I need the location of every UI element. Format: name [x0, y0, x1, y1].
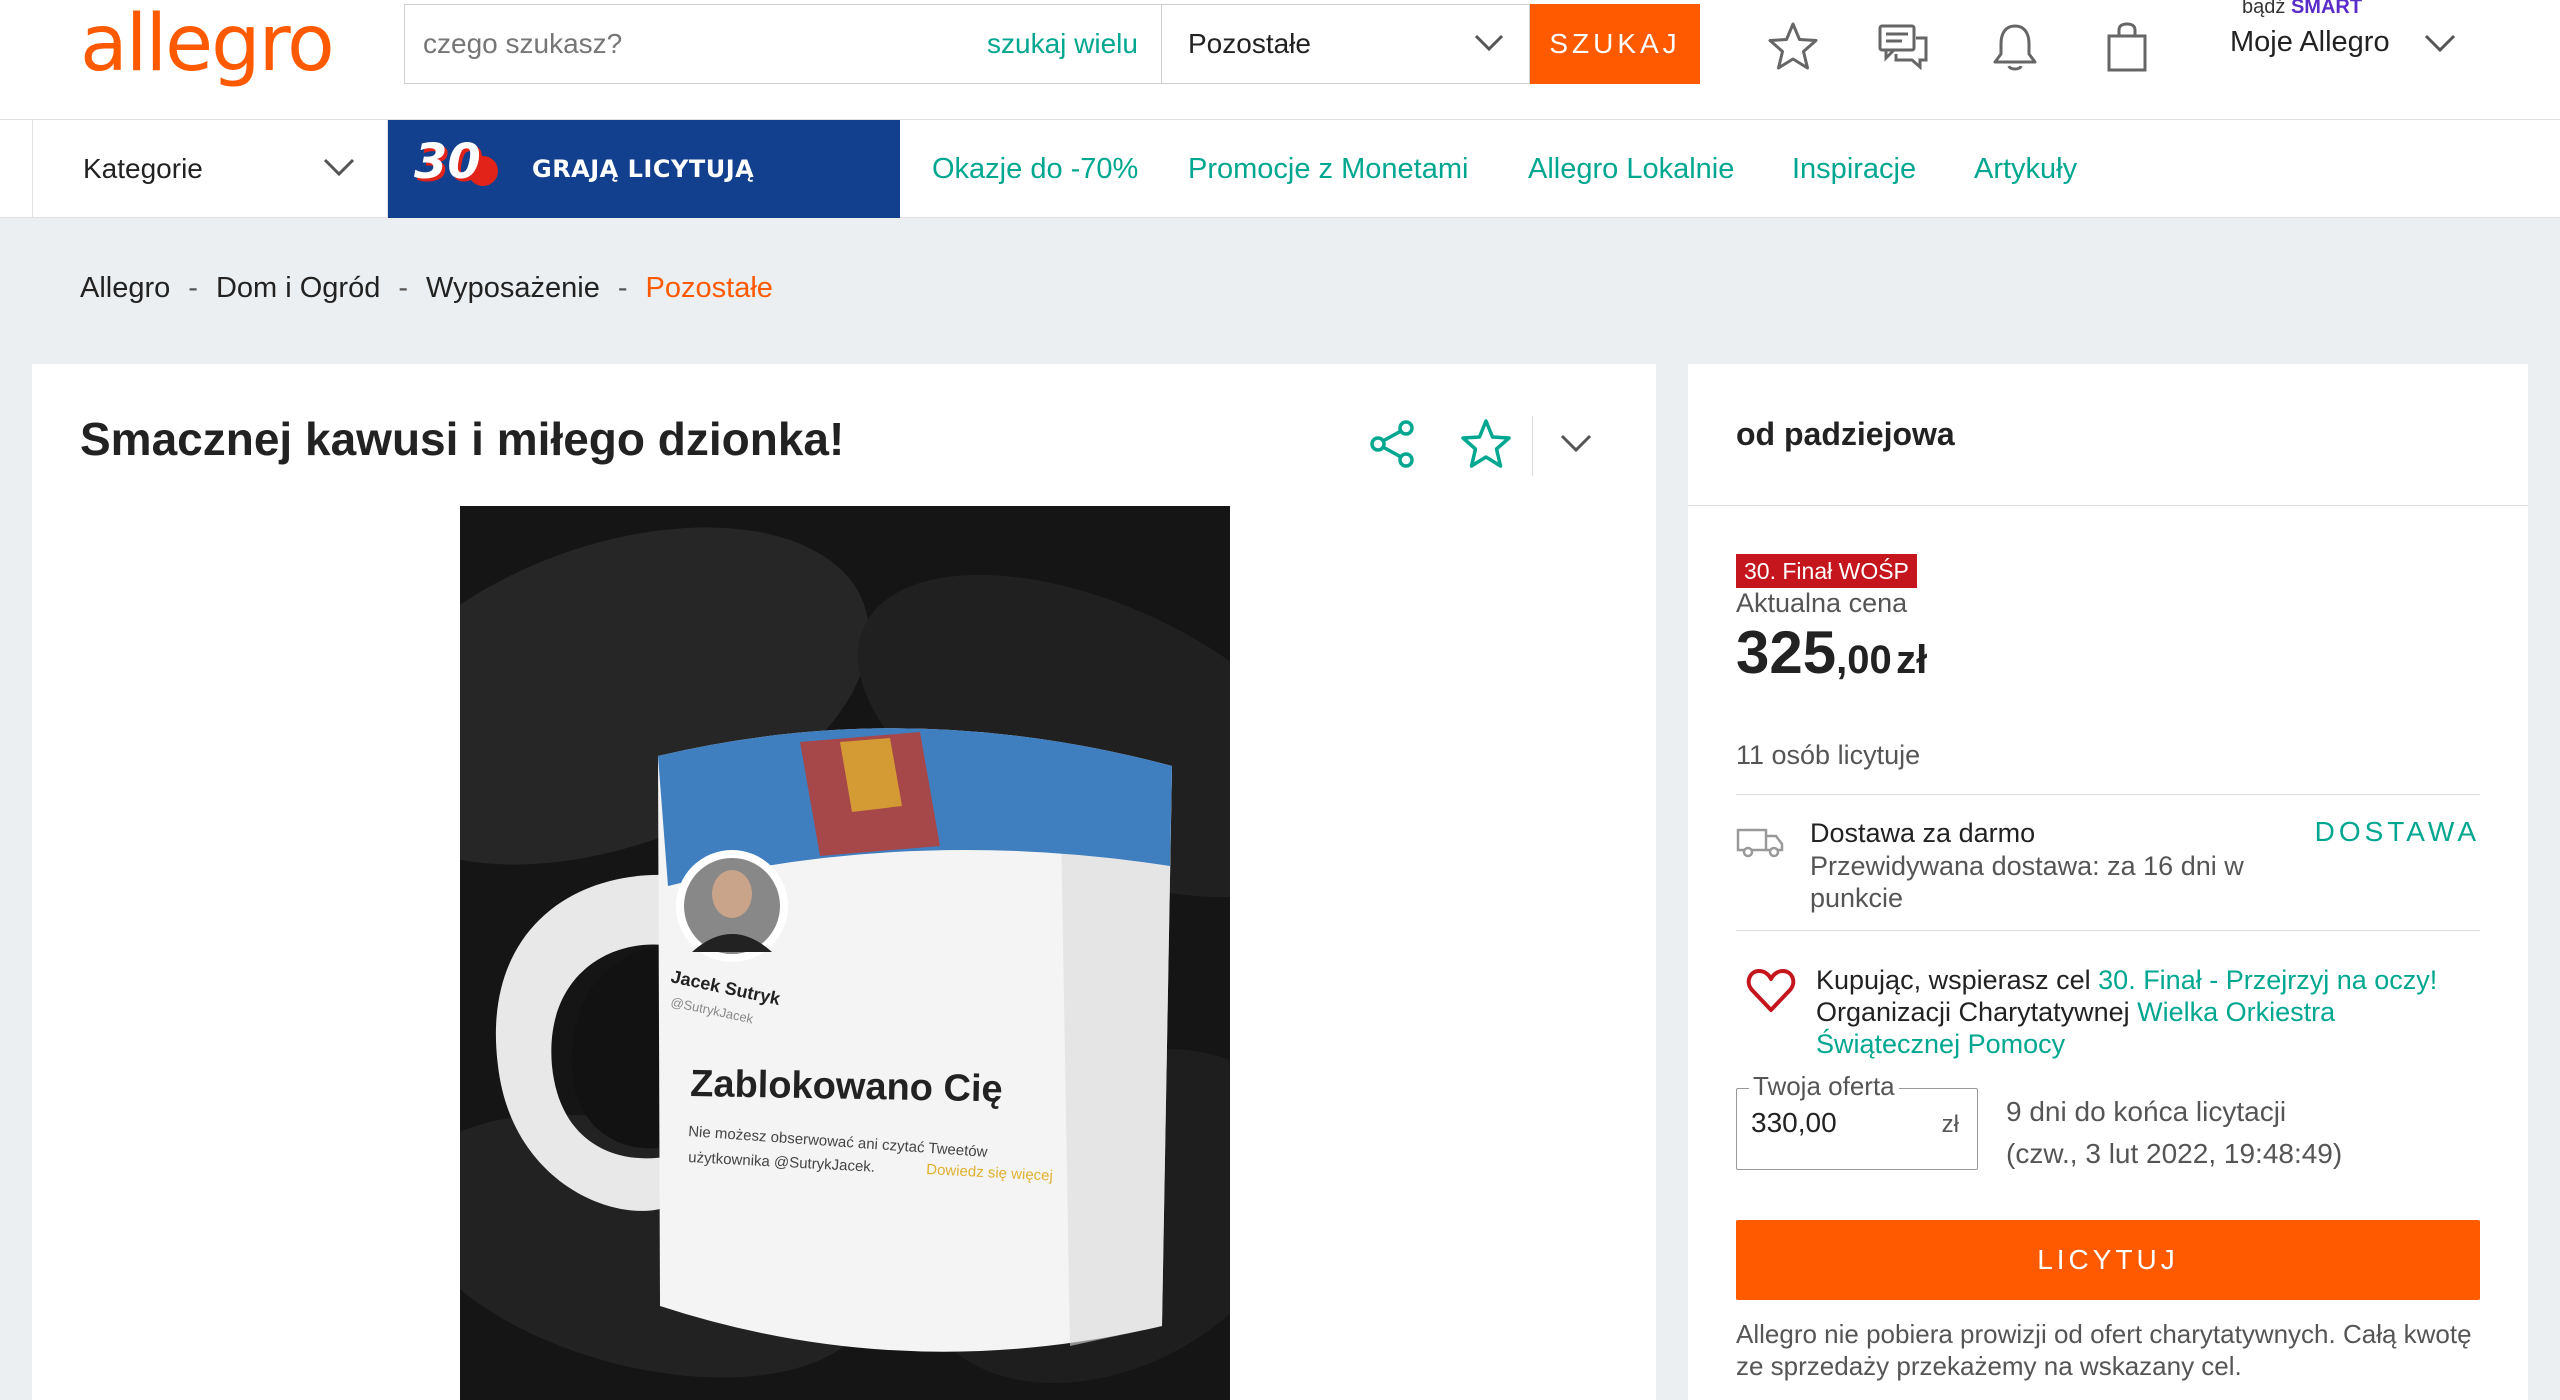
nav-link-lokalnie[interactable]: Allegro Lokalnie — [1528, 120, 1734, 218]
bid-currency: zł — [1941, 1111, 1959, 1138]
charity-note: Allegro nie pobiera prowizji od ofert ch… — [1736, 1319, 2472, 1381]
breadcrumb-separator: - — [398, 272, 409, 304]
auction-time-left: 9 dni do końca licytacji — [2006, 1096, 2287, 1127]
divider — [1736, 930, 2480, 931]
divider — [1736, 794, 2480, 795]
breadcrumb: Allegro - Dom i Ogród - Wyposażenie - Po… — [80, 272, 773, 305]
cart-icon[interactable] — [2100, 20, 2154, 74]
product-photo[interactable]: Jacek Sutryk @SutrykJacek Zablokowano Ci… — [460, 506, 1230, 1400]
current-price: 325,00 zł — [1736, 618, 1927, 687]
smart-prefix: bądź — [2242, 0, 2286, 18]
categories-label: Kategorie — [83, 153, 203, 184]
search-many-link[interactable]: szukaj wielu — [987, 5, 1138, 83]
search-category-value: Pozostałe — [1188, 28, 1311, 59]
delivery-title: Dostawa za darmo — [1810, 818, 2036, 848]
breadcrumb-item[interactable]: Allegro — [80, 272, 170, 305]
price-currency: zł — [1896, 638, 1928, 682]
price-decimal: ,00 — [1836, 638, 1892, 682]
banner-text: GRAJĄ LICYTUJĄ POMAGAJĄ — [532, 155, 755, 183]
favorite-star-icon[interactable] — [1458, 416, 1514, 472]
offer-main-card: Smacznej kawusi i miłego dzionka! Jacek … — [32, 364, 1656, 1400]
charity-mid: Organizacji Charytatywnej — [1816, 997, 2130, 1027]
auction-end-date: (czw., 3 lut 2022, 19:48:49) — [2006, 1138, 2343, 1169]
breadcrumb-current[interactable]: Pozostałe — [646, 272, 773, 305]
charity-prefix: Kupując, wspierasz cel — [1816, 965, 2091, 995]
mug-avatar-face — [712, 870, 752, 918]
page-title: Smacznej kawusi i miłego dzionka! — [80, 413, 845, 465]
smart-brand: SMART — [2290, 0, 2363, 18]
title-divider — [1532, 416, 1533, 476]
chevron-down-icon[interactable] — [1558, 430, 1594, 458]
mug-illustration: Jacek Sutryk @SutrykJacek Zablokowano Ci… — [495, 728, 1172, 1352]
breadcrumb-item[interactable]: Wyposażenie — [426, 272, 600, 305]
current-price-label: Aktualna cena — [1736, 588, 1908, 618]
charity-info: Kupując, wspierasz cel 30. Finał - Przej… — [1816, 964, 2466, 1060]
seller-name[interactable]: od padziejowa — [1736, 416, 1955, 453]
search-category-select[interactable]: Pozostałe — [1161, 5, 1535, 83]
wosp-badge: 30. Finał WOŚP — [1736, 554, 1917, 588]
truck-icon — [1736, 828, 1784, 858]
star-icon[interactable] — [1766, 20, 1820, 74]
search-bar: szukaj wielu Pozostałe — [404, 4, 1530, 84]
account-menu[interactable]: Moje Allegro — [2230, 26, 2390, 59]
bell-icon[interactable] — [1988, 20, 2042, 74]
breadcrumb-separator: - — [617, 272, 628, 304]
price-integer: 325 — [1736, 619, 1837, 686]
purchase-panel: 30. Finał WOŚP Aktualna cena 325,00 zł 1… — [1688, 506, 2528, 1400]
chevron-down-icon — [1474, 34, 1504, 52]
mug-handle-hole — [571, 946, 670, 1149]
delivery-estimate: Przewidywana dostawa: za 16 dni w punkci… — [1810, 851, 2244, 913]
top-header: allegro szukaj wielu Pozostałe SZUKAJ bą… — [0, 0, 2560, 120]
search-button[interactable]: SZUKAJ — [1530, 4, 1700, 84]
nav-link-artykuly[interactable]: Artykuły — [1974, 120, 2077, 218]
heart-icon — [1746, 969, 1796, 1012]
banner-number: 30 — [414, 134, 481, 190]
mug-heading: Zablokowano Cię — [690, 1063, 1003, 1110]
breadcrumb-item[interactable]: Dom i Ogród — [216, 272, 380, 305]
bid-button[interactable]: LICYTUJ — [1736, 1220, 2480, 1300]
smart-promo[interactable]: bądź SMART — [2242, 0, 2362, 19]
delivery-link[interactable]: DOSTAWA — [2315, 816, 2480, 848]
seller-card: od padziejowa — [1688, 364, 2528, 506]
bid-field-label: Twoja oferta — [1749, 1071, 1899, 1102]
messages-icon[interactable] — [1876, 20, 1930, 74]
share-icon[interactable] — [1364, 416, 1420, 472]
wosp-banner[interactable]: 30 GRAJĄ LICYTUJĄ POMAGAJĄ — [388, 120, 900, 218]
bidders-count: 11 osób licytuje — [1736, 740, 1921, 770]
nav-link-promocje[interactable]: Promocje z Monetami — [1188, 120, 1468, 218]
bid-amount-field[interactable]: Twoja oferta zł — [1736, 1071, 1978, 1170]
nav-bar: Kategorie 30 GRAJĄ LICYTUJĄ POMAGAJĄ Oka… — [0, 120, 2560, 218]
allegro-logo[interactable]: allegro — [80, 2, 335, 86]
categories-dropdown[interactable]: Kategorie — [32, 120, 388, 218]
breadcrumb-separator: - — [188, 272, 198, 304]
nav-link-okazje[interactable]: Okazje do -70% — [932, 120, 1138, 218]
chevron-down-icon[interactable] — [2422, 30, 2458, 58]
chevron-down-icon — [323, 158, 355, 177]
nav-link-inspiracje[interactable]: Inspiracje — [1792, 120, 1916, 218]
bid-amount-input[interactable] — [1751, 1107, 1921, 1139]
charity-goal-link[interactable]: 30. Finał - Przejrzyj na oczy! — [2098, 965, 2437, 995]
